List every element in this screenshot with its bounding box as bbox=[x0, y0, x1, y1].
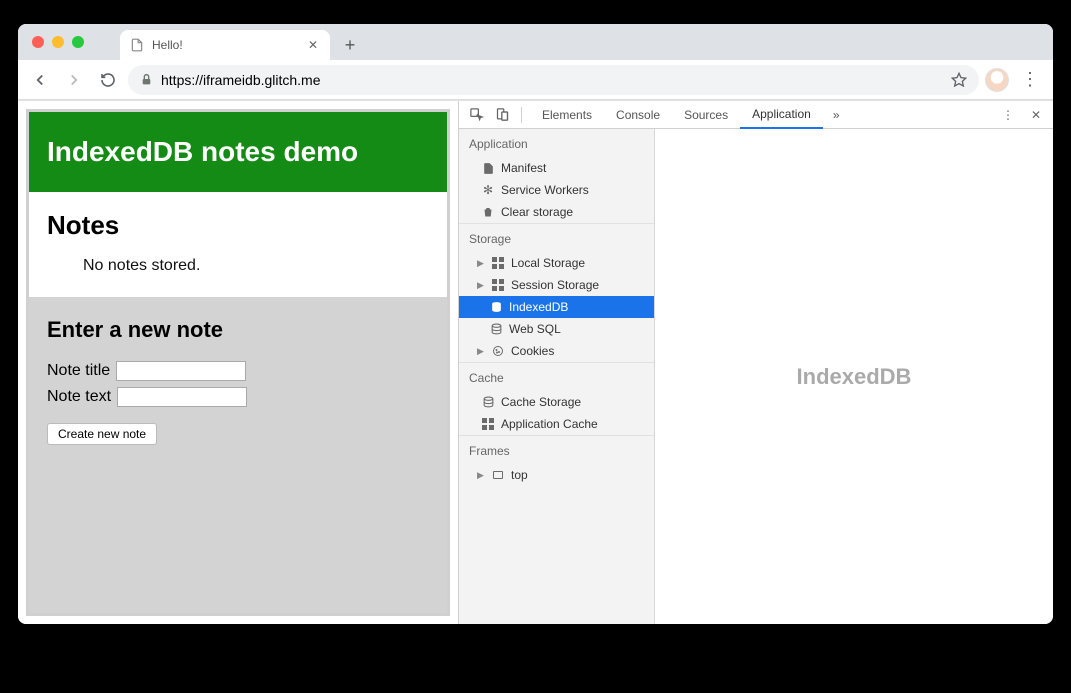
group-application-heading: Application bbox=[459, 129, 654, 157]
sidebar-item-service-workers[interactable]: ✻ Service Workers bbox=[459, 179, 654, 201]
window-zoom-button[interactable] bbox=[72, 36, 84, 48]
sidebar-item-manifest[interactable]: Manifest bbox=[459, 157, 654, 179]
window-minimize-button[interactable] bbox=[52, 36, 64, 48]
tab-strip: Hello! ✕ + bbox=[18, 24, 1053, 60]
sidebar-item-label: Application Cache bbox=[501, 417, 598, 431]
create-note-button[interactable]: Create new note bbox=[47, 423, 157, 445]
page-title: IndexedDB notes demo bbox=[47, 136, 429, 168]
database-icon bbox=[481, 395, 495, 409]
sidebar-item-label: Local Storage bbox=[511, 256, 585, 270]
forward-button[interactable] bbox=[60, 66, 88, 94]
notes-section: Notes No notes stored. bbox=[29, 192, 447, 297]
devtools-main-pane: IndexedDB bbox=[655, 129, 1053, 624]
sidebar-item-label: Cache Storage bbox=[501, 395, 581, 409]
devtools-close-button[interactable]: ✕ bbox=[1025, 104, 1047, 126]
grid-icon bbox=[491, 278, 505, 292]
gear-icon: ✻ bbox=[481, 183, 495, 197]
close-icon[interactable]: ✕ bbox=[306, 36, 320, 54]
file-icon bbox=[130, 38, 144, 52]
note-text-input[interactable] bbox=[117, 387, 247, 407]
sidebar-item-label: Session Storage bbox=[511, 278, 599, 292]
sidebar-item-application-cache[interactable]: Application Cache bbox=[459, 413, 654, 435]
file-icon bbox=[481, 161, 495, 175]
trash-icon bbox=[481, 205, 495, 219]
avatar[interactable] bbox=[985, 68, 1009, 92]
note-title-input[interactable] bbox=[116, 361, 246, 381]
tabs-overflow-button[interactable]: » bbox=[827, 108, 846, 122]
browser-window: Hello! ✕ + https://iframeidb.glitch.me ⋮ bbox=[18, 24, 1053, 624]
sidebar-item-clear-storage[interactable]: Clear storage bbox=[459, 201, 654, 223]
tab-title: Hello! bbox=[152, 38, 298, 52]
sidebar-item-label: Web SQL bbox=[509, 322, 561, 336]
content-area: IndexedDB notes demo Notes No notes stor… bbox=[18, 100, 1053, 624]
group-frames-heading: Frames bbox=[459, 435, 654, 464]
new-tab-button[interactable]: + bbox=[336, 31, 364, 59]
url-text: https://iframeidb.glitch.me bbox=[161, 72, 943, 88]
sidebar-item-label: Clear storage bbox=[501, 205, 573, 219]
sidebar-item-label: Cookies bbox=[511, 344, 554, 358]
devtools-header: Elements Console Sources Application » ⋮… bbox=[459, 101, 1053, 129]
notes-heading: Notes bbox=[47, 210, 429, 241]
sidebar-item-top[interactable]: ▶ top bbox=[459, 464, 654, 486]
cookie-icon bbox=[491, 344, 505, 358]
form-heading: Enter a new note bbox=[47, 317, 429, 343]
sidebar-item-cache-storage[interactable]: Cache Storage bbox=[459, 391, 654, 413]
browser-menu-button[interactable]: ⋮ bbox=[1015, 69, 1045, 90]
sidebar-item-web-sql[interactable]: Web SQL bbox=[459, 318, 654, 340]
window-controls bbox=[32, 36, 84, 48]
note-title-label: Note title bbox=[47, 362, 110, 380]
sidebar-item-label: top bbox=[511, 468, 528, 482]
devtools-menu-button[interactable]: ⋮ bbox=[997, 104, 1019, 126]
grid-icon bbox=[491, 256, 505, 270]
page-header: IndexedDB notes demo bbox=[29, 112, 447, 192]
tab-elements[interactable]: Elements bbox=[530, 101, 604, 129]
device-toggle-button[interactable] bbox=[491, 104, 513, 126]
address-bar[interactable]: https://iframeidb.glitch.me bbox=[128, 65, 979, 95]
devtools-sidebar: Application Manifest ✻ Service Workers bbox=[459, 129, 655, 624]
caret-right-icon: ▶ bbox=[477, 280, 485, 291]
group-cache-heading: Cache bbox=[459, 362, 654, 391]
note-text-field: Note text bbox=[47, 387, 429, 407]
devtools-body: Application Manifest ✻ Service Workers bbox=[459, 129, 1053, 624]
window-close-button[interactable] bbox=[32, 36, 44, 48]
browser-tab[interactable]: Hello! ✕ bbox=[120, 30, 330, 60]
database-icon bbox=[489, 322, 503, 336]
note-text-label: Note text bbox=[47, 388, 111, 406]
main-placeholder-text: IndexedDB bbox=[797, 364, 912, 390]
lock-icon bbox=[140, 73, 153, 86]
new-note-form: Enter a new note Note title Note text Cr… bbox=[29, 297, 447, 613]
sidebar-item-local-storage[interactable]: ▶ Local Storage bbox=[459, 252, 654, 274]
devtools-tabs: Elements Console Sources Application bbox=[530, 101, 823, 129]
tab-console[interactable]: Console bbox=[604, 101, 672, 129]
grid-icon bbox=[481, 417, 495, 431]
reload-button[interactable] bbox=[94, 66, 122, 94]
browser-toolbar: https://iframeidb.glitch.me ⋮ bbox=[18, 60, 1053, 100]
page-viewport: IndexedDB notes demo Notes No notes stor… bbox=[18, 101, 458, 624]
caret-right-icon: ▶ bbox=[477, 258, 485, 269]
devtools-panel: Elements Console Sources Application » ⋮… bbox=[458, 101, 1053, 624]
group-storage-heading: Storage bbox=[459, 223, 654, 252]
sidebar-item-label: Service Workers bbox=[501, 183, 589, 197]
sidebar-item-label: IndexedDB bbox=[509, 300, 568, 314]
frame-icon bbox=[491, 468, 505, 482]
tab-application[interactable]: Application bbox=[740, 101, 823, 129]
sidebar-item-session-storage[interactable]: ▶ Session Storage bbox=[459, 274, 654, 296]
sidebar-item-label: Manifest bbox=[501, 161, 546, 175]
inspect-element-button[interactable] bbox=[465, 104, 487, 126]
back-button[interactable] bbox=[26, 66, 54, 94]
caret-right-icon: ▶ bbox=[477, 346, 485, 357]
tab-sources[interactable]: Sources bbox=[672, 101, 740, 129]
sidebar-item-cookies[interactable]: ▶ Cookies bbox=[459, 340, 654, 362]
page-card: IndexedDB notes demo Notes No notes stor… bbox=[26, 109, 450, 616]
caret-right-icon: ▶ bbox=[477, 470, 485, 481]
note-title-field: Note title bbox=[47, 361, 429, 381]
sidebar-item-indexeddb[interactable]: IndexedDB bbox=[459, 296, 654, 318]
star-icon[interactable] bbox=[951, 72, 967, 88]
notes-empty-message: No notes stored. bbox=[83, 257, 429, 275]
database-icon bbox=[489, 300, 503, 314]
